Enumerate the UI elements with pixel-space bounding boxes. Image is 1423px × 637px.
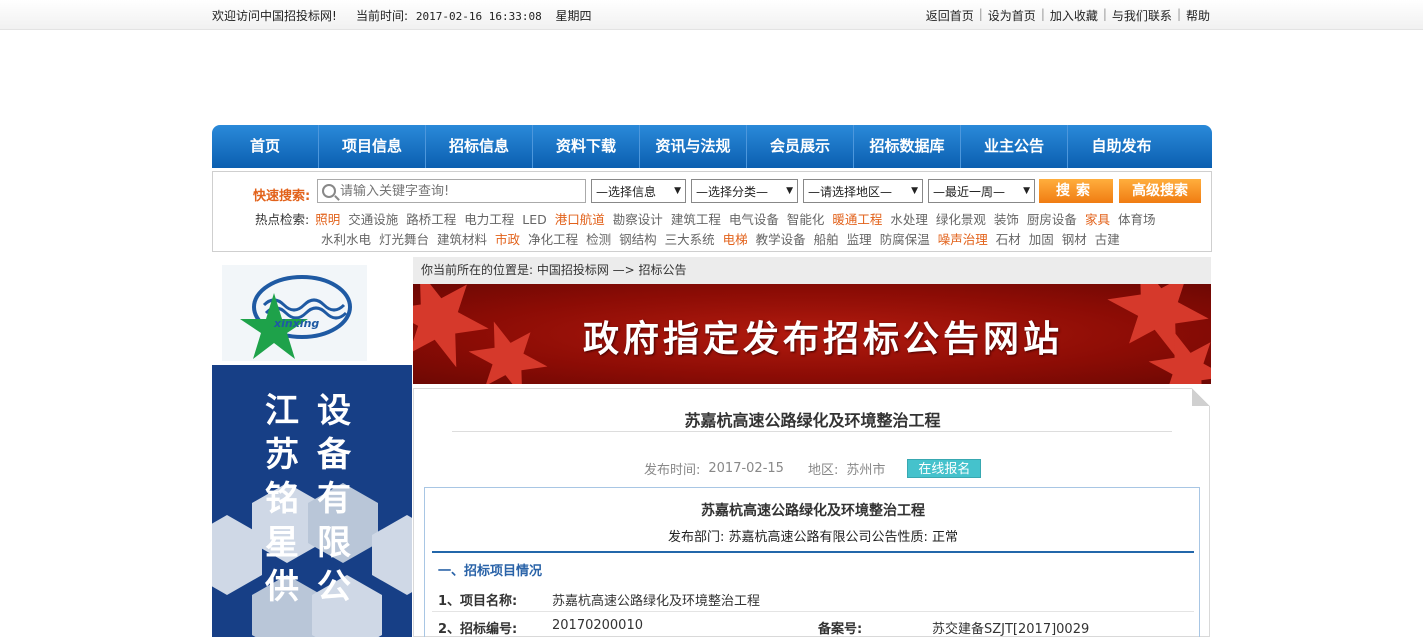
main-content: 你当前所在的位置是: 中国招投标网 —> 招标公告 政府指定发布招标公告网站 苏… [413,257,1211,637]
nav-tenders[interactable]: 招标信息 [426,125,533,168]
company-ad-banner[interactable]: 江苏铭星供 设备有限公 [212,365,412,637]
hot-keyword-link[interactable]: 建筑材料 [437,232,487,247]
left-sidebar: xinxing 江苏铭星供 设备有限公 [212,257,412,637]
top-links: 返回首页 | 设为首页 | 加入收藏 | 与我们联系 | 帮助 [925,7,1210,24]
svg-text:xinxing: xinxing [273,317,319,330]
hot-keyword-link[interactable]: 水利水电 [321,232,371,247]
hot-keyword-link[interactable]: 智能化 [787,212,825,227]
page-curl-icon [1192,388,1210,406]
nav-news-laws[interactable]: 资讯与法规 [640,125,747,168]
hot-keyword-link[interactable]: 净化工程 [528,232,578,247]
online-register-button[interactable]: 在线报名 [907,459,982,478]
article-meta: 发布时间: 2017-02-15 地区: 苏州市 在线报名 [644,459,982,478]
nav-downloads[interactable]: 资料下载 [533,125,640,168]
chevron-down-icon: ▼ [674,186,681,196]
search-button[interactable]: 搜索 [1039,179,1113,203]
table-row: 1、项目名称: 苏嘉杭高速公路绿化及环境整治工程 [432,586,1194,612]
hot-keyword-link[interactable]: 船舶 [814,232,839,247]
section-heading: 一、招标项目情况 [438,564,543,579]
publishing-dept: 发布部门: 苏嘉杭高速公路有限公司公告性质: 正常 [667,530,959,545]
select-category[interactable]: —选择分类— ▼ [691,179,798,203]
link-contact[interactable]: 与我们联系 [1112,7,1172,24]
hot-keyword-link[interactable]: 暖通工程 [832,212,882,227]
link-home[interactable]: 返回首页 [926,7,974,24]
chevron-down-icon: ▼ [1023,186,1030,196]
gov-banner: 政府指定发布招标公告网站 [413,284,1211,384]
publish-date: 2017-02-15 [708,461,784,476]
main-nav: 首页 项目信息 招标信息 资料下载 资讯与法规 会员展示 招标数据库 业主公告 … [212,125,1212,168]
search-input[interactable] [340,183,580,199]
hot-keyword-link[interactable]: LED [522,212,547,227]
current-time: 当前时间: 2017-02-16 16:33:08 星期四 [356,9,592,23]
nav-members[interactable]: 会员展示 [747,125,854,168]
link-set-home[interactable]: 设为首页 [988,7,1036,24]
select-period[interactable]: —最近一周— ▼ [928,179,1035,203]
hot-keyword-link[interactable]: 市政 [495,232,520,247]
hot-keyword-link[interactable]: 港口航道 [555,212,605,227]
hot-keyword-link[interactable]: 体育场 [1118,212,1156,227]
star-wave-logo-icon: xinxing [240,275,352,359]
link-help[interactable]: 帮助 [1186,7,1210,24]
link-bookmark[interactable]: 加入收藏 [1050,7,1098,24]
quick-search-label: 快速搜索: [253,189,311,204]
search-icon [322,184,336,198]
hot-keyword-link[interactable]: 古建 [1095,232,1120,247]
hot-keyword-link[interactable]: 噪声治理 [938,232,988,247]
ad-text-col1: 江苏铭星供 [265,391,299,607]
hot-keyword-link[interactable]: 电气设备 [729,212,779,227]
select-region[interactable]: —请选择地区— ▼ [803,179,923,203]
quick-search-panel: 快速搜索: —选择信息▼ —选择分类—▼ —请选择地区—▼ —最近一周—▼ 搜索… [212,171,1212,252]
advanced-search-button[interactable]: 高级搜索 [1119,179,1201,203]
nav-database[interactable]: 招标数据库 [854,125,961,168]
hot-keyword-link[interactable]: 绿化景观 [936,212,986,227]
hot-keyword-link[interactable]: 路桥工程 [406,212,456,227]
company-logo-box[interactable]: xinxing [212,257,412,365]
hot-keyword-link[interactable]: 灯光舞台 [379,232,429,247]
top-bar: 欢迎访问中国招投标网! 当前时间: 2017-02-16 16:33:08 星期… [0,0,1423,30]
hot-keyword-link[interactable]: 检测 [586,232,611,247]
hot-keyword-link[interactable]: 交通设施 [348,212,398,227]
detail-title: 苏嘉杭高速公路绿化及环境整治工程 [701,503,925,519]
hot-keyword-link[interactable]: 防腐保温 [880,232,930,247]
hot-keyword-link[interactable]: 水处理 [890,212,928,227]
table-row: 2、招标编号: 20170200010 备案号: 苏交建备SZJT[2017]0… [438,618,1090,637]
hot-keywords: 热点检索: 照明 交通设施 路桥工程 电力工程 LED 港口航道 勘察设计 建筑工程 电气设备 智能… [255,210,1205,250]
search-box [317,179,586,203]
chevron-down-icon: ▼ [911,186,918,196]
hot-keyword-link[interactable]: 电梯 [723,232,748,247]
select-info-type[interactable]: —选择信息 ▼ [591,179,686,203]
article-title: 苏嘉杭高速公路绿化及环境整治工程 [684,411,941,430]
ad-text-col2: 设备有限公 [317,391,351,607]
nav-owner-notices[interactable]: 业主公告 [961,125,1068,168]
hot-keyword-link[interactable]: 石材 [996,232,1021,247]
article-panel: 苏嘉杭高速公路绿化及环境整治工程 发布时间: 2017-02-15 地区: 苏州… [413,388,1210,637]
hot-keyword-link[interactable]: 教学设备 [756,232,806,247]
welcome-text: 欢迎访问中国招投标网! [212,9,337,23]
nav-home[interactable]: 首页 [212,125,319,168]
hot-keyword-link[interactable]: 建筑工程 [671,212,721,227]
hot-keyword-link[interactable]: 钢结构 [619,232,657,247]
hot-label: 热点检索: [255,212,310,227]
hot-keyword-link[interactable]: 加固 [1029,232,1054,247]
hot-keyword-link[interactable]: 厨房设备 [1027,212,1077,227]
hot-keyword-link[interactable]: 三大系统 [665,232,715,247]
maple-leaf-icon [413,284,501,382]
banner-title: 政府指定发布招标公告网站 [583,318,1064,360]
nav-self-publish[interactable]: 自助发布 [1068,125,1175,168]
hot-keyword-link[interactable]: 装饰 [994,212,1019,227]
breadcrumb: 你当前所在的位置是: 中国招投标网 —> 招标公告 [413,257,1211,284]
hot-keyword-link[interactable]: 电力工程 [464,212,514,227]
region: 苏州市 [846,463,886,478]
hot-keyword-link[interactable]: 勘察设计 [613,212,663,227]
hot-keyword-link[interactable]: 钢材 [1062,232,1087,247]
tender-detail: 苏嘉杭高速公路绿化及环境整治工程 发布部门: 苏嘉杭高速公路有限公司公告性质: … [424,487,1200,637]
chevron-down-icon: ▼ [786,186,793,196]
hot-keyword-link[interactable]: 家具 [1085,212,1110,227]
nav-projects[interactable]: 项目信息 [319,125,426,168]
hot-keyword-link[interactable]: 监理 [847,232,872,247]
hot-keyword-link[interactable]: 照明 [315,212,340,227]
